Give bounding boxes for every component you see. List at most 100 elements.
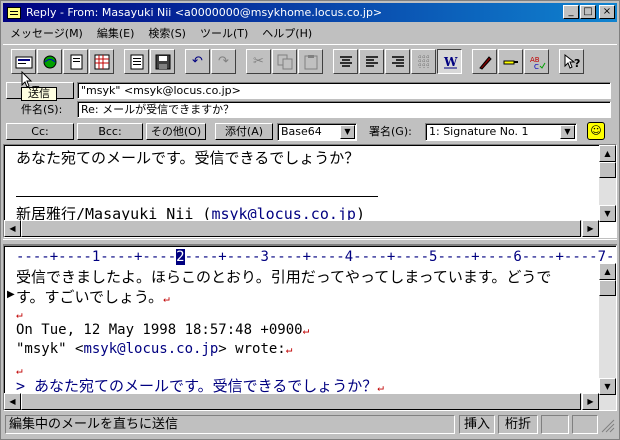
scroll-left-icon[interactable]: ◀ (4, 393, 21, 410)
menu-help[interactable]: ヘルプ(H) (255, 25, 319, 41)
maximize-button[interactable]: □ (580, 5, 596, 19)
ruler-caret: 2 (176, 249, 185, 265)
subject-row: 件名(S): Re: メールが受信できますか？ (3, 101, 617, 119)
smiley-icon[interactable]: ☺ (587, 122, 605, 140)
reply-window: Reply - From: Masayuki Nii <a0000000@msy… (0, 0, 620, 440)
scroll-down-icon[interactable]: ▼ (599, 205, 616, 222)
scroll-down-icon[interactable]: ▼ (599, 378, 616, 395)
undo-button[interactable]: ↶ (185, 49, 210, 74)
to-field[interactable]: "msyk" <msyk@locus.co.jp> (77, 82, 611, 99)
editor-line-2-text: す。すごいでしょう。 (16, 288, 164, 306)
cc-row: Cc: Bcc: その他(O) 添付(A) Base64 ▼ 署名(G): 1:… (3, 123, 617, 141)
svg-text:?: ? (574, 57, 580, 70)
wrap-mode-indicator: 桁折 (498, 415, 538, 434)
line-marker-icon: ▶ (7, 289, 15, 300)
other-button[interactable]: その他(O) (146, 123, 206, 140)
save-button[interactable] (150, 49, 175, 74)
original-horizontal-scrollbar[interactable]: ◀ ▶ (4, 220, 599, 237)
spellcheck-button[interactable]: AB C (524, 49, 549, 74)
cut-button[interactable]: ✂ (246, 49, 271, 74)
copy-button[interactable] (272, 49, 297, 74)
original-message-pane[interactable]: あなた宛てのメールです。受信できるでしょうか？ 新居雅行/Masayuki Ni… (3, 144, 617, 238)
ruler-post: ----+----3----+----4----+----5----+----6… (184, 249, 617, 265)
insert-mode-indicator: 挿入 (459, 415, 495, 434)
redo-button[interactable]: ↷ (211, 49, 236, 74)
pointer-button[interactable] (498, 49, 523, 74)
signature-select[interactable]: 1: Signature No. 1 ▼ (425, 123, 577, 141)
subject-field[interactable]: Re: メールが受信できますか？ (77, 101, 611, 118)
chevron-down-icon[interactable]: ▼ (560, 125, 575, 139)
status-message: 編集中のメールを直ちに送信 (5, 415, 455, 434)
signature-label: 署名(G): (369, 125, 412, 138)
align-right-button[interactable] (385, 49, 410, 74)
original-vertical-scrollbar[interactable]: ▲ ▼ (599, 145, 616, 222)
reply-editor-pane[interactable]: ----+----1----+----2----+----3----+----4… (3, 245, 617, 411)
editor-line-4: On Tue, 12 May 1998 18:57:48 +0900↵ (16, 322, 309, 338)
original-line: あなた宛てのメールです。受信できるでしょうか？ (16, 149, 360, 167)
h-scroll-thumb[interactable] (21, 393, 581, 410)
encoding-select[interactable]: Base64 ▼ (277, 123, 357, 141)
scroll-left-icon[interactable]: ◀ (4, 220, 21, 237)
title-bar[interactable]: Reply - From: Masayuki Nii <a0000000@msy… (3, 3, 617, 22)
svg-text:W: W (443, 55, 458, 69)
wrap-w-icon: W (443, 55, 458, 69)
paste-button[interactable] (298, 49, 323, 74)
return-mark-icon: ↵ (285, 343, 293, 356)
attach-button[interactable]: 添付(A) (215, 123, 273, 140)
resize-grip-icon[interactable] (601, 419, 615, 433)
to-row: To: "msyk" <msyk@locus.co.jp> (3, 82, 617, 100)
menu-search[interactable]: 検索(S) (141, 25, 193, 41)
menu-edit[interactable]: 編集(E) (90, 25, 142, 41)
close-button[interactable]: × (599, 5, 615, 19)
new-message-button[interactable] (63, 49, 88, 74)
chevron-down-icon[interactable]: ▼ (340, 125, 355, 139)
address-book-button[interactable] (89, 49, 114, 74)
return-mark-icon: ↵ (302, 324, 310, 337)
editor-line-5: "msyk" <msyk@locus.co.jp> wrote:↵ (16, 341, 292, 357)
scroll-thumb[interactable] (599, 162, 616, 178)
minimize-button[interactable]: _ (563, 5, 579, 19)
globe-mail-icon (43, 55, 56, 68)
editor-email-link[interactable]: msyk@locus.co.jp (83, 341, 218, 357)
align-center-button[interactable] (333, 49, 358, 74)
redo-icon: ↷ (218, 54, 229, 69)
return-mark-icon: ↵ (16, 308, 23, 321)
editor-horizontal-scrollbar[interactable]: ◀ ▶ (4, 393, 599, 410)
bcc-button[interactable]: Bcc: (77, 123, 143, 140)
status-cell-empty-2 (572, 415, 598, 434)
scroll-up-icon[interactable]: ▲ (599, 145, 616, 162)
editor-line-2: す。すごいでしょう。↵ (16, 286, 170, 307)
scroll-right-icon[interactable]: ▶ (582, 220, 599, 237)
align-left-button[interactable] (359, 49, 384, 74)
menu-tools[interactable]: ツール(T) (193, 25, 255, 41)
pen-icon (478, 55, 492, 70)
cc-button[interactable]: Cc: (6, 123, 74, 140)
table-button[interactable] (411, 49, 436, 74)
editor-line-5-pre: "msyk" < (16, 341, 84, 357)
scissors-icon: ✂ (253, 54, 264, 69)
scroll-right-icon[interactable]: ▶ (582, 393, 599, 410)
help-button[interactable]: ? (559, 49, 584, 74)
menu-bar: メッセージ(M) 編集(E) 検索(S) ツール(T) ヘルプ(H) (3, 23, 617, 42)
dotted-grid-icon (417, 54, 430, 69)
copy-icon (277, 54, 292, 69)
window-title: Reply - From: Masayuki Nii <a0000000@msy… (26, 6, 383, 19)
editor-vertical-scrollbar[interactable]: ▲ ▼ (599, 263, 616, 410)
editor-line-4-text: On Tue, 12 May 1998 18:57:48 +0900 (16, 322, 303, 338)
align-left-icon (365, 55, 378, 67)
document-icon (130, 54, 143, 69)
mail-icon (7, 6, 21, 19)
menu-message[interactable]: メッセージ(M) (3, 25, 90, 41)
subject-label: 件名(S): (21, 103, 63, 116)
save-draft-button[interactable] (124, 49, 149, 74)
scroll-up-icon[interactable]: ▲ (599, 263, 616, 280)
word-wrap-button[interactable]: W (437, 49, 462, 74)
clipboard-icon (304, 54, 317, 69)
scroll-thumb[interactable] (599, 280, 616, 296)
send-icon (15, 56, 32, 68)
pointing-hand-icon (503, 60, 518, 64)
align-center-icon (339, 55, 352, 67)
h-scroll-thumb[interactable] (21, 220, 581, 237)
pen-button[interactable] (472, 49, 497, 74)
check-mail-button[interactable] (37, 49, 62, 74)
